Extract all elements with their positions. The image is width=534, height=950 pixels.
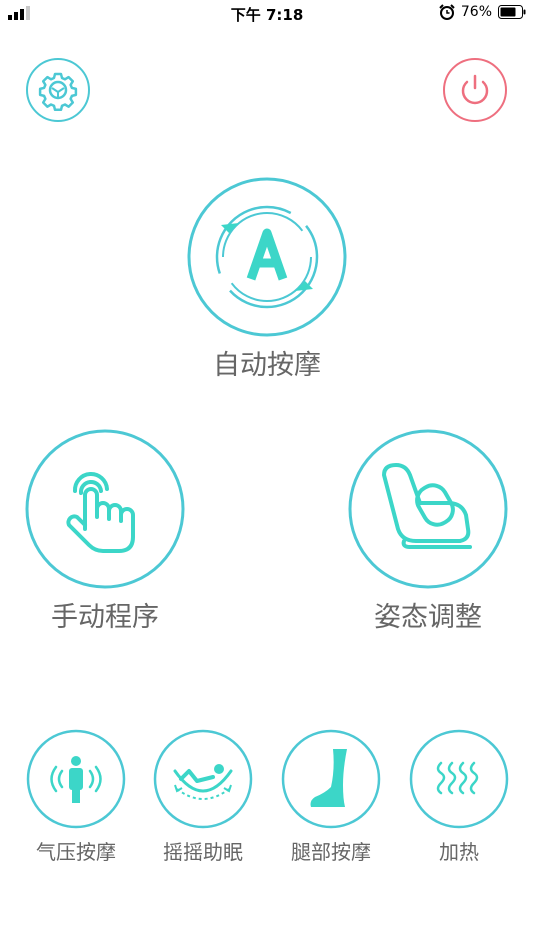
air-pressure-icon: [26, 729, 126, 829]
battery-icon: [498, 5, 526, 19]
power-button[interactable]: [443, 58, 507, 122]
auto-icon: [187, 177, 347, 337]
auto-massage-button[interactable]: [187, 177, 347, 337]
chair-icon: [348, 429, 508, 589]
rocking-sleep-label: 摇摇助眠: [163, 840, 243, 864]
posture-adjust-label: 姿态调整: [374, 602, 482, 633]
air-pressure-button[interactable]: [26, 729, 126, 829]
auto-massage-label: 自动按摩: [213, 350, 321, 381]
manual-program-label: 手动程序: [51, 602, 159, 633]
rocking-sleep-button[interactable]: [153, 729, 253, 829]
status-bar: 下午 7:18 76%: [0, 0, 534, 28]
heating-button[interactable]: [409, 729, 509, 829]
hand-pointer-icon: [25, 429, 185, 589]
leg-icon: [281, 729, 381, 829]
leg-massage-label: 腿部按摩: [291, 840, 371, 864]
alarm-icon: [439, 4, 455, 20]
gear-icon: [26, 58, 90, 122]
air-pressure-label: 气压按摩: [36, 840, 116, 864]
heating-label: 加热: [439, 840, 479, 864]
leg-massage-button[interactable]: [281, 729, 381, 829]
posture-adjust-button[interactable]: [348, 429, 508, 589]
heat-icon: [409, 729, 509, 829]
manual-program-button[interactable]: [25, 429, 185, 589]
battery-percent: 76%: [460, 4, 492, 20]
power-icon: [443, 58, 507, 122]
status-right: 76%: [439, 4, 526, 20]
settings-button[interactable]: [26, 58, 90, 122]
rocking-sleep-icon: [153, 729, 253, 829]
